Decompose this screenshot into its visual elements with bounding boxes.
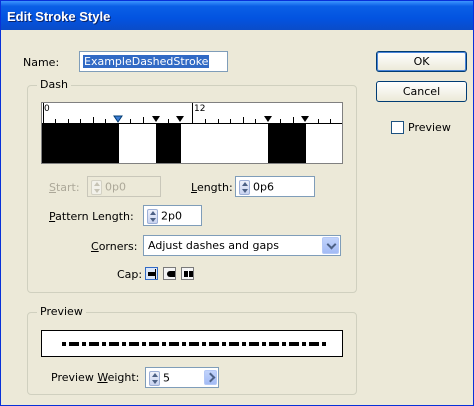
- window-title: Edit Stroke Style: [1, 1, 473, 30]
- length-spinner-icon[interactable]: [239, 180, 250, 195]
- pattern-length-value: 2p0: [161, 209, 182, 223]
- pattern-length-field[interactable]: 2p0: [143, 205, 202, 226]
- chevron-down-icon[interactable]: [322, 237, 339, 254]
- stroke-preview: [41, 330, 343, 357]
- length-field[interactable]: 0p6: [235, 176, 315, 197]
- corners-value: Adjust dashes and gaps: [148, 239, 279, 252]
- corners-label: Corners:: [91, 240, 138, 253]
- corners-dropdown[interactable]: Adjust dashes and gaps: [143, 235, 341, 256]
- preview-weight-label: Preview Weight:: [51, 371, 140, 384]
- start-value: 0p0: [105, 180, 126, 194]
- name-label: Name:: [23, 56, 60, 69]
- dash-segment[interactable]: [42, 124, 119, 163]
- round-cap-icon[interactable]: [163, 267, 176, 280]
- dash-ruler[interactable]: 0 12: [41, 102, 343, 164]
- cap-label: Cap:: [117, 268, 143, 281]
- dash-segment[interactable]: [268, 124, 306, 163]
- preview-checkbox-label: Preview: [408, 121, 451, 134]
- preview-checkbox[interactable]: [391, 121, 404, 134]
- butt-cap-icon[interactable]: [145, 267, 158, 280]
- edit-stroke-style-dialog: Edit Stroke Style Name: ExampleDashedStr…: [0, 0, 474, 406]
- dashed-stroke-preview: [62, 342, 328, 346]
- length-value: 0p6: [253, 180, 274, 194]
- name-value: ExampleDashedStroke: [83, 55, 210, 68]
- chevron-right-icon[interactable]: [204, 370, 217, 385]
- start-label: Start:: [49, 181, 80, 194]
- dash-group-title: Dash: [37, 78, 71, 91]
- preview-group-title: Preview: [37, 305, 86, 318]
- start-spinner-icon[interactable]: [91, 180, 102, 195]
- dash-segment[interactable]: [156, 124, 181, 163]
- preview-weight-value: 5: [163, 371, 170, 385]
- start-field[interactable]: 0p0: [87, 176, 161, 197]
- preview-weight-spinner-icon[interactable]: [149, 371, 160, 386]
- pattern-length-spinner-icon[interactable]: [147, 209, 158, 224]
- ok-button[interactable]: OK: [376, 51, 467, 72]
- cancel-button[interactable]: Cancel: [376, 81, 467, 102]
- projecting-cap-icon[interactable]: [181, 267, 194, 280]
- name-input[interactable]: ExampleDashedStroke: [79, 51, 228, 72]
- length-label: Length:: [191, 181, 233, 194]
- pattern-length-label: Pattern Length:: [49, 210, 134, 223]
